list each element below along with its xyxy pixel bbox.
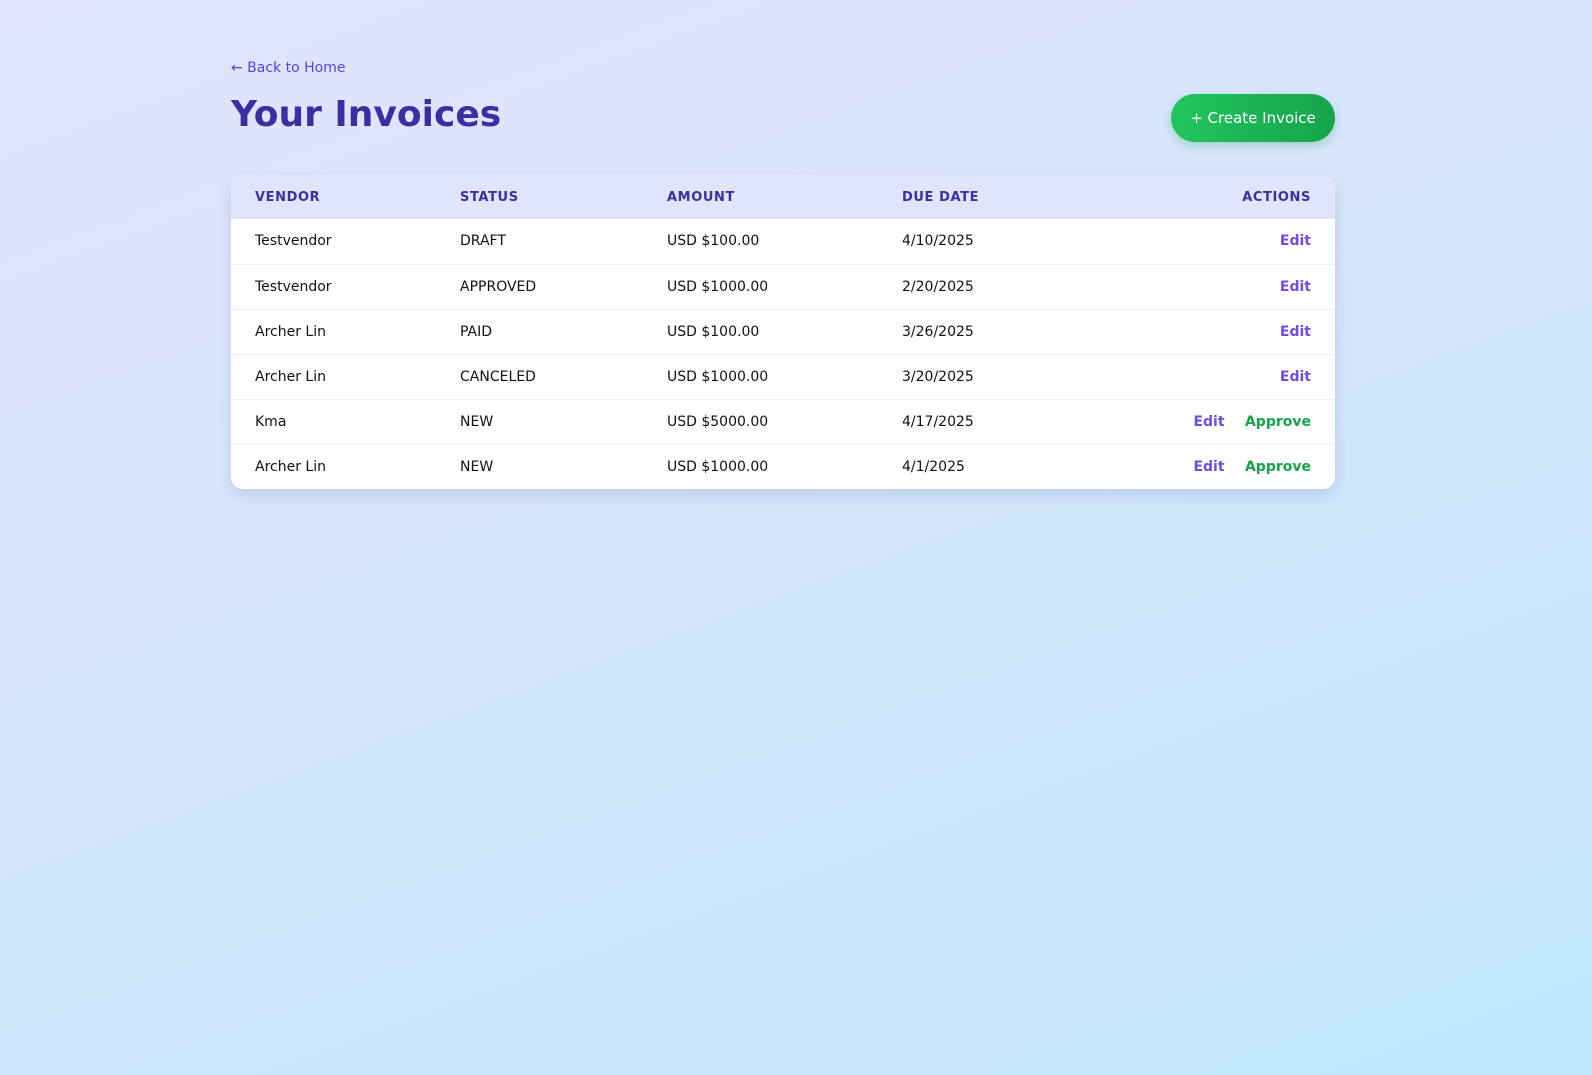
edit-button[interactable]: Edit: [1280, 233, 1311, 249]
status-cell: APPROVED: [460, 278, 537, 295]
table-row: Archer Lin CANCELED USD $1000.00 3/20/20…: [231, 354, 1335, 399]
table-row: Archer Lin PAID USD $100.00 3/26/2025 Ed…: [231, 309, 1335, 354]
table-header-row: VENDOR STATUS AMOUNT DUE DATE ACTIONS: [231, 175, 1335, 219]
column-header-vendor: VENDOR: [255, 189, 321, 205]
amount-cell: USD $100.00: [667, 233, 760, 250]
actions-cell: Edit: [1078, 354, 1335, 399]
amount-cell: USD $100.00: [667, 323, 760, 340]
status-cell: NEW: [460, 413, 494, 430]
amount-cell: USD $1000.00: [667, 278, 769, 295]
actions-cell: Edit Approve: [1078, 399, 1335, 444]
vendor-cell: Archer Lin: [255, 458, 326, 475]
edit-button[interactable]: Edit: [1280, 279, 1311, 295]
vendor-cell: Testvendor: [255, 233, 332, 250]
due-date-cell: 2/20/2025: [902, 278, 974, 295]
amount-cell: USD $1000.00: [667, 368, 769, 385]
amount-cell: USD $5000.00: [667, 413, 769, 430]
column-header-actions: ACTIONS: [1242, 189, 1311, 205]
approve-button[interactable]: Approve: [1245, 414, 1311, 430]
column-header-amount: AMOUNT: [667, 189, 735, 205]
invoices-table: VENDOR STATUS AMOUNT DUE DATE ACTIONS Te…: [231, 175, 1335, 489]
table-row: Testvendor APPROVED USD $1000.00 2/20/20…: [231, 264, 1335, 309]
due-date-cell: 4/1/2025: [902, 458, 965, 475]
due-date-cell: 3/26/2025: [902, 323, 974, 340]
vendor-cell: Testvendor: [255, 278, 332, 295]
actions-cell: Edit Approve: [1078, 444, 1335, 489]
status-cell: DRAFT: [460, 233, 506, 250]
due-date-cell: 3/20/2025: [902, 368, 974, 385]
table-row: Testvendor DRAFT USD $100.00 4/10/2025 E…: [231, 219, 1335, 264]
actions-cell: Edit: [1078, 309, 1335, 354]
edit-button[interactable]: Edit: [1280, 324, 1311, 340]
page-title: Your Invoices: [231, 94, 502, 135]
table-header: VENDOR STATUS AMOUNT DUE DATE ACTIONS: [231, 175, 1335, 219]
invoices-table-card: VENDOR STATUS AMOUNT DUE DATE ACTIONS Te…: [231, 175, 1335, 489]
edit-button[interactable]: Edit: [1280, 369, 1311, 385]
edit-button[interactable]: Edit: [1193, 414, 1224, 430]
vendor-cell: Archer Lin: [255, 323, 326, 340]
table-row: Archer Lin NEW USD $1000.00 4/1/2025 Edi…: [231, 444, 1335, 489]
actions-cell: Edit: [1078, 264, 1335, 309]
table-row: Kma NEW USD $5000.00 4/17/2025 Edit Appr…: [231, 399, 1335, 444]
back-to-home-link[interactable]: ← Back to Home: [231, 60, 345, 76]
status-cell: PAID: [460, 323, 493, 340]
due-date-cell: 4/10/2025: [902, 233, 974, 250]
status-cell: NEW: [460, 458, 494, 475]
amount-cell: USD $1000.00: [667, 458, 769, 475]
vendor-cell: Kma: [255, 413, 287, 430]
due-date-cell: 4/17/2025: [902, 413, 974, 430]
create-invoice-button[interactable]: + Create Invoice: [1171, 94, 1335, 142]
edit-button[interactable]: Edit: [1193, 459, 1224, 475]
approve-button[interactable]: Approve: [1245, 459, 1311, 475]
actions-cell: Edit: [1078, 219, 1335, 264]
status-cell: CANCELED: [460, 368, 536, 385]
column-header-status: STATUS: [460, 189, 519, 205]
table-body: Testvendor DRAFT USD $100.00 4/10/2025 E…: [231, 219, 1335, 489]
column-header-due-date: DUE DATE: [902, 189, 980, 205]
vendor-cell: Archer Lin: [255, 368, 326, 385]
